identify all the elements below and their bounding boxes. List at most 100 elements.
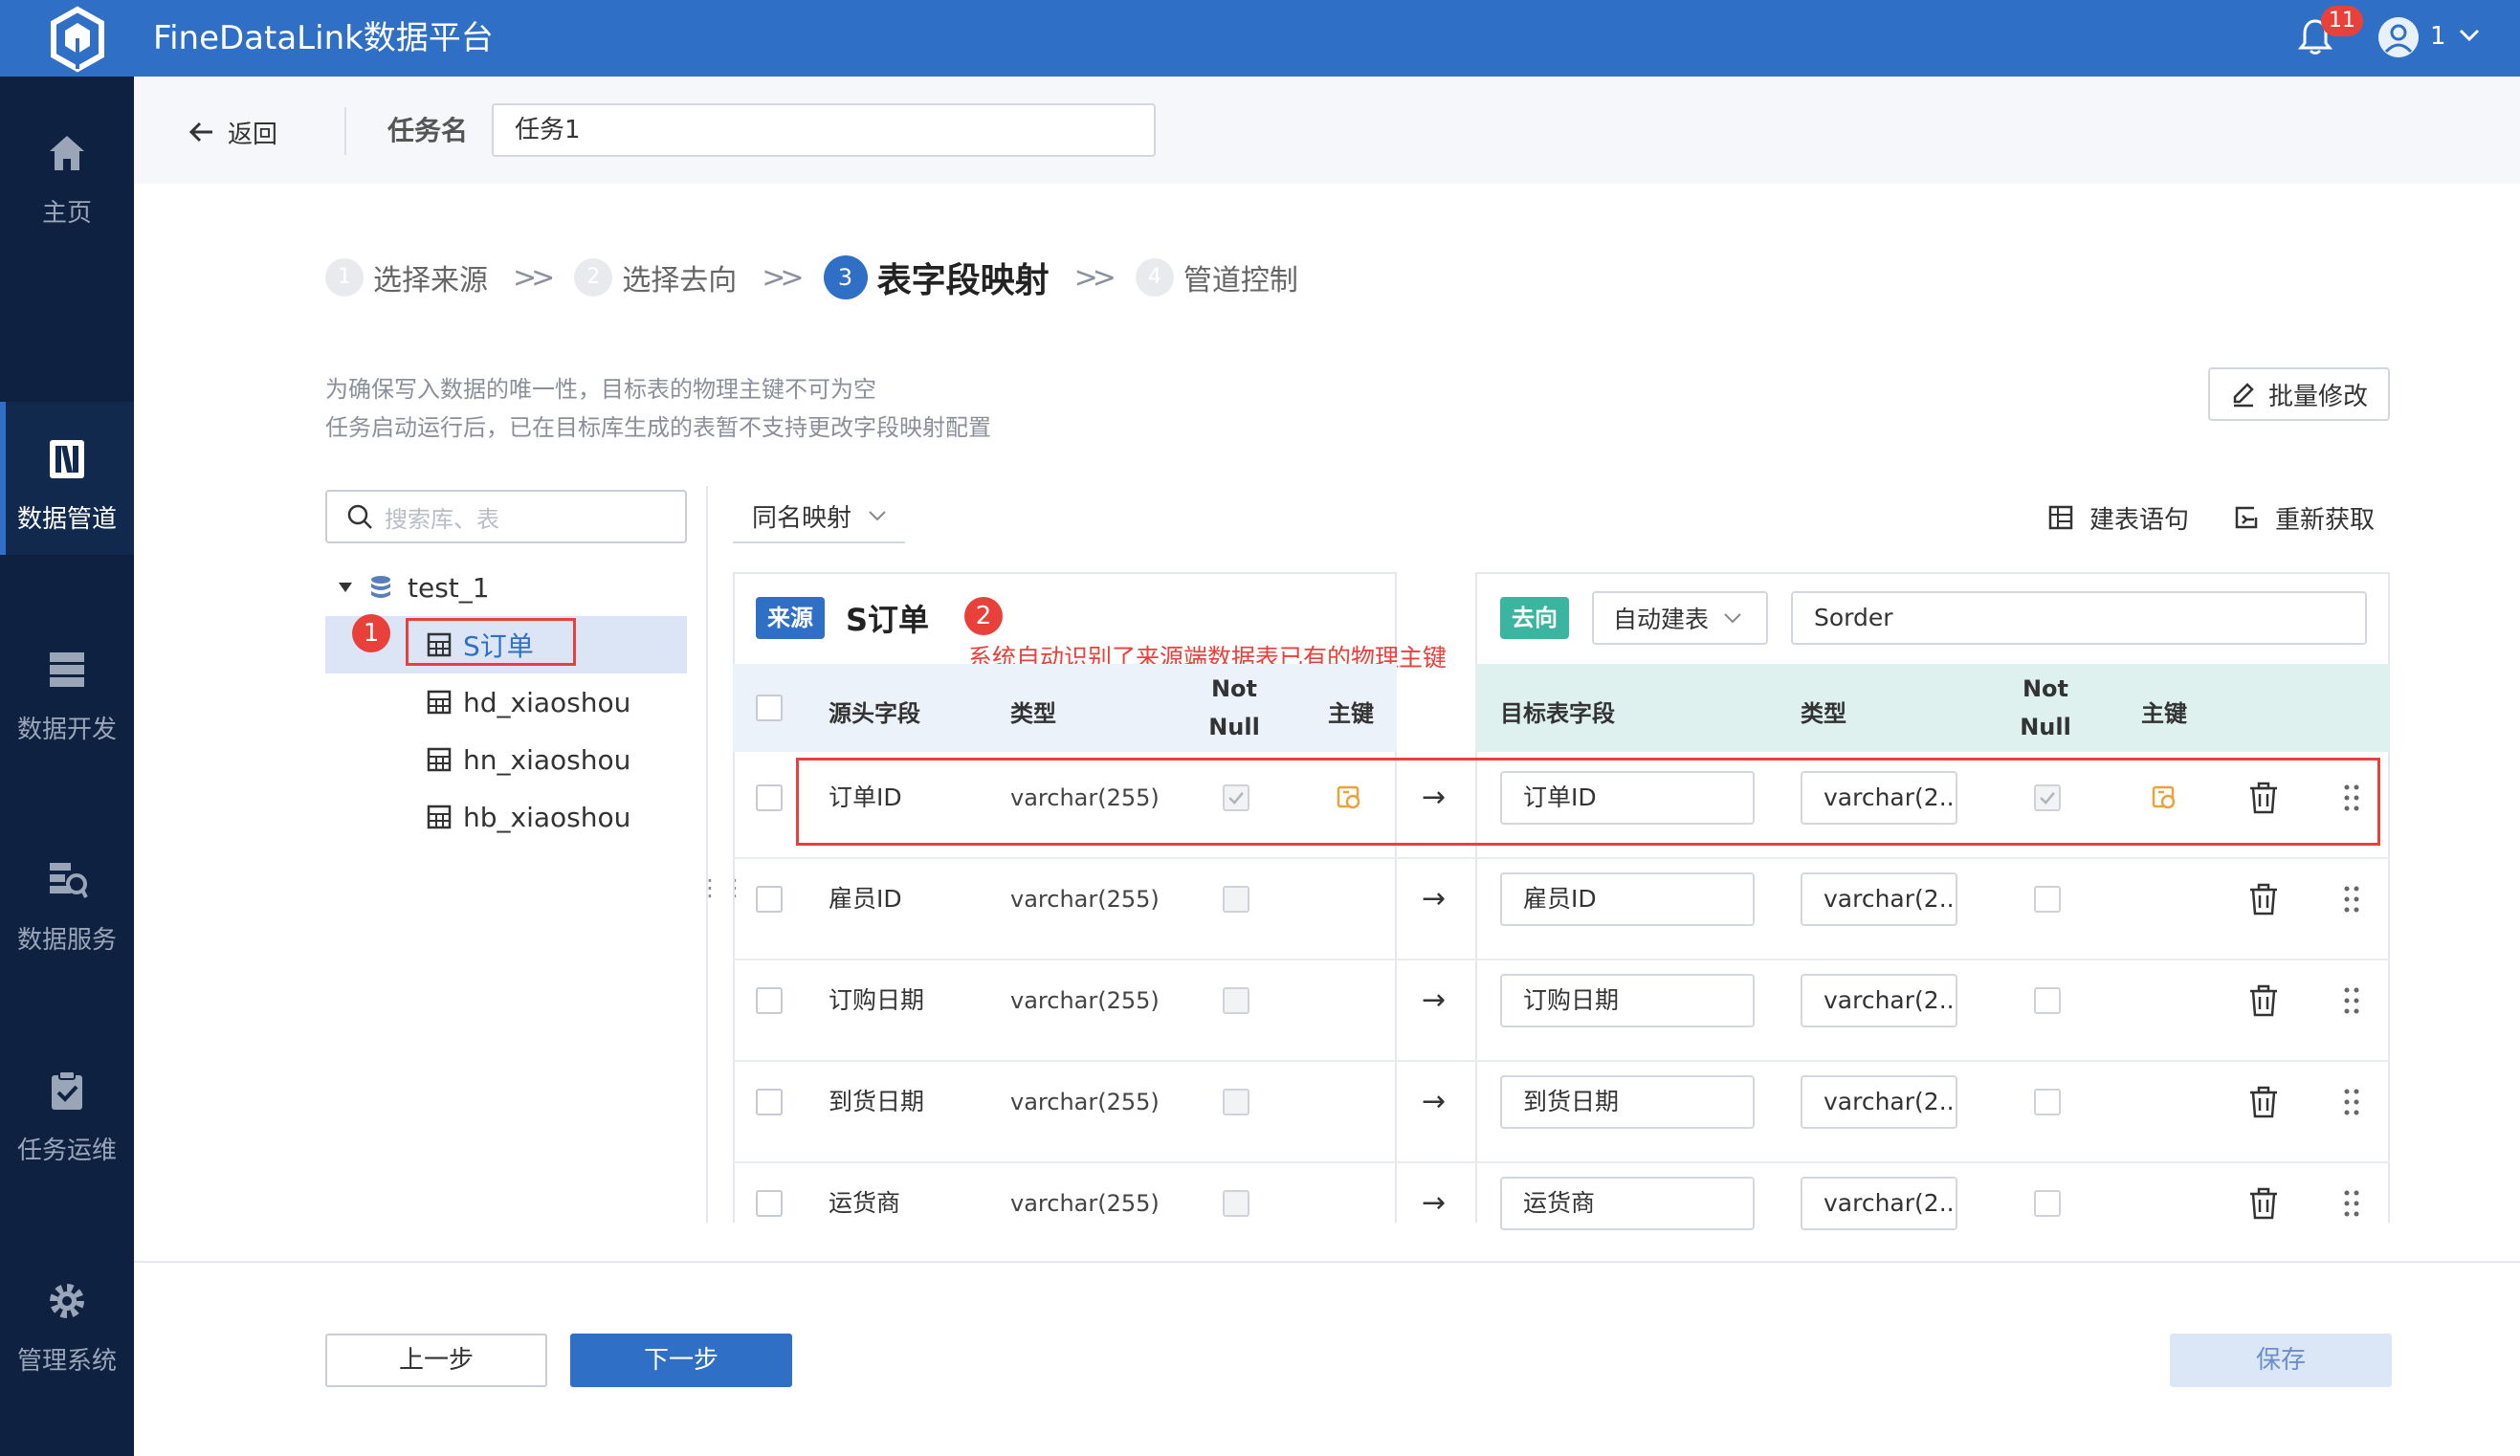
source-type: varchar(255) (1010, 987, 1160, 1014)
not-null-checkbox[interactable] (2034, 1089, 2061, 1115)
sidebar-item-home[interactable]: 主页 (0, 96, 134, 249)
not-null-checkbox (1223, 1190, 1249, 1217)
gear-icon (50, 1284, 84, 1318)
row-divider (733, 959, 2390, 960)
sidebar-item-ops[interactable]: 任务运维 (0, 1033, 134, 1186)
column-header: 类型 (1801, 700, 1846, 727)
next-step-button[interactable]: 下一步 (570, 1334, 792, 1387)
sidebar-item-pipeline[interactable]: 数据管道 (0, 402, 134, 555)
delete-icon[interactable] (2248, 1187, 2279, 1220)
pipeline-icon (50, 440, 84, 478)
step-number: 4 (1135, 258, 1174, 297)
prev-step-button[interactable]: 上一步 (325, 1334, 547, 1387)
tree-table-item[interactable]: hd_xiaoshou (427, 681, 630, 723)
step-select-target[interactable]: 2 选择去向 (574, 256, 737, 298)
chevron-down-icon (1724, 613, 1741, 624)
row-checkbox[interactable] (756, 886, 783, 913)
create-sql-button[interactable]: 建表语句 (2047, 497, 2189, 538)
task-name-input[interactable]: 任务1 (492, 103, 1156, 157)
target-table-input[interactable]: Sorder (1791, 591, 2367, 645)
table-name: hb_xiaoshou (463, 801, 631, 833)
delete-icon[interactable] (2248, 883, 2279, 916)
step-select-source[interactable]: 1 选择来源 (325, 256, 488, 298)
info-note: 任务启动运行后，已在目标库生成的表暂不支持更改字段映射配置 (325, 414, 991, 441)
step-pipeline-control[interactable]: 4 管道控制 (1135, 256, 1298, 298)
chevron-down-icon[interactable] (2457, 21, 2482, 50)
panel-divider (706, 486, 708, 1223)
delete-icon[interactable] (2248, 984, 2279, 1017)
caret-down-icon[interactable] (337, 579, 354, 596)
drag-handle-icon[interactable] (2342, 984, 2361, 1017)
tree-table-item[interactable]: hb_xiaoshou (427, 796, 630, 838)
chevron-down-icon (869, 511, 886, 521)
not-null-checkbox[interactable] (2034, 886, 2061, 913)
sidebar-item-label: 数据开发 (16, 716, 117, 744)
target-type-input[interactable]: varchar(2... (1801, 872, 1957, 926)
select-all-checkbox[interactable] (756, 695, 783, 721)
drag-handle-icon[interactable] (2342, 883, 2361, 916)
arrow-right-icon: → (1422, 1186, 1447, 1220)
avatar[interactable] (2378, 17, 2419, 57)
step-number: 3 (823, 255, 868, 299)
drag-handle-icon[interactable] (2342, 1187, 2361, 1220)
source-type: varchar(255) (1010, 1089, 1160, 1115)
column-header: 主键 (1328, 700, 1374, 727)
back-button[interactable]: 返回 (188, 113, 277, 151)
column-header-line: Not (2022, 675, 2069, 702)
source-tag: 来源 (756, 597, 825, 639)
not-null-checkbox[interactable] (2034, 1190, 2061, 1217)
row-divider (733, 857, 2390, 859)
step-number: 2 (574, 258, 613, 297)
target-field-input[interactable]: 订购日期 (1500, 974, 1755, 1027)
drag-handle-icon[interactable] (2342, 1086, 2361, 1118)
target-field-input[interactable]: 运货商 (1500, 1177, 1755, 1230)
annotation-badge: 2 (964, 597, 1003, 635)
step-label: 选择来源 (373, 264, 488, 298)
target-field-input[interactable]: 雇员ID (1500, 872, 1755, 926)
target-field-input[interactable]: 到货日期 (1500, 1075, 1755, 1129)
tree-table-item[interactable]: hn_xiaoshou (427, 739, 630, 781)
double-chevron-icon: >> (1073, 260, 1116, 295)
batch-edit-button[interactable]: 批量修改 (2208, 367, 2390, 421)
double-chevron-icon: >> (762, 260, 804, 295)
tree-database[interactable]: test_1 (337, 566, 490, 608)
row-checkbox[interactable] (756, 987, 783, 1014)
info-note: 为确保写入数据的唯一性，目标表的物理主键不可为空 (325, 376, 876, 403)
user-name[interactable]: 1 (2430, 19, 2446, 54)
server-icon (50, 652, 84, 687)
refetch-label: 重新获取 (2275, 505, 2376, 535)
database-icon (371, 576, 390, 598)
not-null-checkbox (1223, 1089, 1249, 1115)
target-type-input[interactable]: varchar(2... (1801, 1177, 1957, 1230)
target-type-input[interactable]: varchar(2... (1801, 974, 1957, 1027)
create-mode-select[interactable]: 自动建表 (1592, 591, 1768, 645)
arrow-left-icon (188, 121, 212, 143)
row-checkbox[interactable] (756, 1089, 783, 1115)
mapping-mode-select[interactable]: 同名映射 (733, 490, 905, 543)
step-field-mapping[interactable]: 3 表字段映射 (823, 253, 1050, 302)
table-icon (427, 690, 452, 715)
not-null-checkbox[interactable] (2034, 987, 2061, 1014)
sidebar-item-admin[interactable]: 管理系统 (0, 1244, 134, 1397)
target-type-input[interactable]: varchar(2... (1801, 1075, 1957, 1129)
arrow-right-icon: → (1422, 983, 1447, 1017)
refetch-button[interactable]: 重新获取 (2233, 497, 2375, 538)
delete-icon[interactable] (2248, 1086, 2279, 1118)
annotation-badge: 1 (352, 614, 390, 652)
clipboard-check-icon (52, 1070, 82, 1110)
search-placeholder: 搜索库、表 (385, 505, 499, 533)
create-sql-label: 建表语句 (2089, 505, 2190, 535)
step-label: 选择去向 (622, 264, 738, 298)
divider (344, 107, 346, 155)
search-input[interactable]: 搜索库、表 (325, 490, 687, 543)
source-table-name: S订单 (846, 602, 930, 638)
row-checkbox[interactable] (756, 784, 783, 811)
edit-icon (2233, 383, 2254, 408)
home-icon (50, 136, 84, 170)
sidebar-item-service[interactable]: 数据服务 (0, 823, 134, 976)
save-button[interactable]: 保存 (2170, 1334, 2392, 1387)
service-icon (50, 863, 88, 898)
sidebar-item-dev[interactable]: 数据开发 (0, 612, 134, 765)
source-type: varchar(255) (1010, 1190, 1160, 1217)
row-checkbox[interactable] (756, 1190, 783, 1217)
